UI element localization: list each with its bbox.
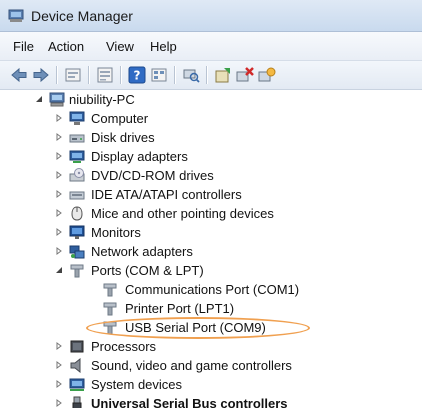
tree-item[interactable]: Processors bbox=[0, 337, 422, 356]
tree-item-label: Computer bbox=[91, 111, 149, 126]
network-adapter-icon bbox=[69, 245, 85, 259]
device-manager-window: Device Manager File Action View Help ? n… bbox=[0, 0, 422, 408]
tree-item-label: Sound, video and game controllers bbox=[91, 358, 292, 373]
forward-icon[interactable] bbox=[32, 66, 50, 84]
expand-arrow-icon[interactable] bbox=[55, 247, 63, 255]
port-icon bbox=[103, 302, 117, 316]
up-icon[interactable] bbox=[64, 66, 82, 84]
processor-icon bbox=[70, 340, 84, 353]
tree-item[interactable]: System devices bbox=[0, 375, 422, 394]
tree-item-label: Mice and other pointing devices bbox=[91, 206, 274, 221]
tree-root-label: niubility-PC bbox=[69, 92, 135, 107]
window-title: Device Manager bbox=[31, 8, 133, 24]
toolbar-separator bbox=[120, 66, 122, 84]
tree-item-label: Processors bbox=[91, 339, 157, 354]
tree-item[interactable]: Display adapters bbox=[0, 147, 422, 166]
toolbar-separator bbox=[56, 66, 58, 84]
tree-item[interactable]: Computer bbox=[0, 109, 422, 128]
toolbar-separator bbox=[174, 66, 176, 84]
expand-arrow-icon[interactable] bbox=[55, 342, 63, 350]
computer-pc-icon bbox=[49, 92, 65, 107]
tree-item-label: Ports (COM & LPT) bbox=[91, 263, 204, 278]
computer-icon bbox=[69, 111, 85, 125]
uninstall-icon[interactable] bbox=[236, 66, 254, 84]
tree-item[interactable]: Disk drives bbox=[0, 128, 422, 147]
tree-child-item-usb-serial[interactable]: USB Serial Port (COM9) bbox=[0, 318, 422, 337]
monitor-icon bbox=[69, 225, 85, 239]
disable-icon[interactable] bbox=[258, 66, 276, 84]
tree-item-ports[interactable]: Ports (COM & LPT) bbox=[0, 261, 422, 280]
disk-drive-icon bbox=[69, 134, 85, 143]
toolbar-separator bbox=[88, 66, 90, 84]
speaker-icon bbox=[70, 358, 81, 373]
tree-item-label: IDE ATA/ATAPI controllers bbox=[91, 187, 242, 202]
back-icon[interactable] bbox=[10, 66, 28, 84]
port-icon bbox=[103, 283, 117, 297]
tree-item[interactable]: Universal Serial Bus controllers bbox=[0, 394, 422, 408]
tree-item-label: Disk drives bbox=[91, 130, 155, 145]
tree-item[interactable]: Mice and other pointing devices bbox=[0, 204, 422, 223]
title-bar[interactable]: Device Manager bbox=[0, 0, 422, 32]
menu-view[interactable]: View bbox=[106, 39, 134, 54]
expand-arrow-icon[interactable] bbox=[55, 152, 63, 160]
tree-root[interactable]: niubility-PC bbox=[0, 90, 422, 109]
expand-arrow-icon[interactable] bbox=[55, 171, 63, 179]
svg-text:?: ? bbox=[134, 69, 141, 83]
ide-controller-icon bbox=[69, 191, 85, 200]
expand-arrow-icon[interactable] bbox=[55, 228, 63, 236]
collapse-arrow-icon[interactable] bbox=[55, 266, 63, 274]
device-tree: niubility-PC Computer Disk drives Displa… bbox=[0, 90, 422, 408]
menu-bar: File Action View Help bbox=[0, 32, 422, 61]
tree-item-label: System devices bbox=[91, 377, 183, 392]
tree-item-label: DVD/CD-ROM drives bbox=[91, 168, 214, 183]
expand-arrow-icon[interactable] bbox=[55, 361, 63, 369]
tree-item-label: Network adapters bbox=[91, 244, 193, 259]
help-icon[interactable]: ? bbox=[128, 66, 146, 84]
expand-arrow-icon[interactable] bbox=[55, 133, 63, 141]
expand-arrow-icon[interactable] bbox=[55, 209, 63, 217]
expand-arrow-icon[interactable] bbox=[55, 399, 63, 407]
properties-icon[interactable] bbox=[96, 66, 114, 84]
tree-child-item[interactable]: Printer Port (LPT1) bbox=[0, 299, 422, 318]
tree-item[interactable]: Monitors bbox=[0, 223, 422, 242]
mouse-icon bbox=[71, 206, 83, 221]
tree-child-item[interactable]: Communications Port (COM1) bbox=[0, 280, 422, 299]
tree-item-label: USB Serial Port (COM9) bbox=[125, 320, 266, 335]
system-devices-icon bbox=[69, 378, 85, 391]
tree-item[interactable]: IDE ATA/ATAPI controllers bbox=[0, 185, 422, 204]
expand-arrow-icon[interactable] bbox=[55, 114, 63, 122]
tree-item-label: Universal Serial Bus controllers bbox=[91, 396, 288, 408]
dvd-drive-icon bbox=[69, 168, 85, 182]
expand-arrow-icon[interactable] bbox=[55, 190, 63, 198]
expand-arrow-icon[interactable] bbox=[55, 380, 63, 388]
tree-item-label: Communications Port (COM1) bbox=[125, 282, 300, 297]
scan-icon[interactable] bbox=[182, 66, 200, 84]
toolbar-separator bbox=[206, 66, 208, 84]
tree-item[interactable]: Network adapters bbox=[0, 242, 422, 261]
menu-file[interactable]: File bbox=[13, 39, 34, 54]
tree-item[interactable]: Sound, video and game controllers bbox=[0, 356, 422, 375]
update-driver-icon[interactable] bbox=[214, 66, 232, 84]
tree-item-label: Printer Port (LPT1) bbox=[125, 301, 235, 316]
menu-help[interactable]: Help bbox=[150, 39, 177, 54]
display-adapter-icon bbox=[69, 150, 85, 163]
port-icon bbox=[70, 264, 84, 278]
view-icon[interactable] bbox=[150, 66, 168, 84]
menu-action[interactable]: Action bbox=[48, 39, 84, 54]
collapse-arrow-icon[interactable] bbox=[35, 95, 43, 103]
port-icon bbox=[103, 321, 117, 335]
tree-item-label: Display adapters bbox=[91, 149, 188, 164]
toolbar: ? bbox=[0, 61, 422, 90]
device-manager-icon bbox=[8, 9, 24, 22]
tree-item[interactable]: DVD/CD-ROM drives bbox=[0, 166, 422, 185]
usb-icon bbox=[72, 396, 82, 408]
tree-item-label: Monitors bbox=[91, 225, 141, 240]
